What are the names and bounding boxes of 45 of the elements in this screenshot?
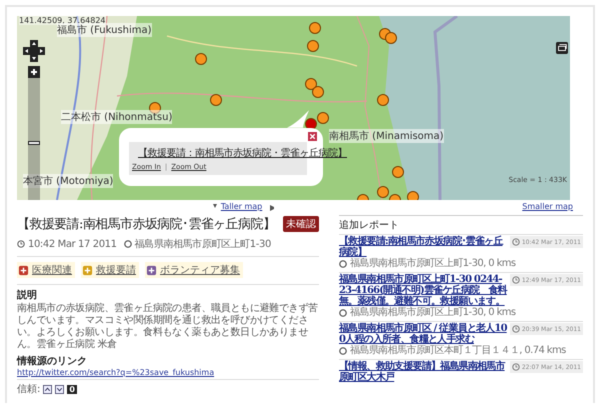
map-size-link[interactable]: Smaller map xyxy=(522,202,573,210)
place-label: 二本松市 (Nihonmatsu) xyxy=(61,110,172,124)
report-link[interactable]: 【情報、救助支援要請】福島県南相馬市原町区大木戸 xyxy=(339,361,507,383)
source-link[interactable]: http://twitter.com/search?q=%23save_fukushima xyxy=(17,368,319,380)
clock-icon xyxy=(512,276,520,284)
report-title: 【救援要請:南相馬市赤坂病院･雲雀ヶ丘病院】 xyxy=(17,216,276,233)
zoom-handle[interactable] xyxy=(28,140,40,144)
globe-icon xyxy=(339,260,347,268)
globe-icon xyxy=(124,240,132,248)
clock-icon xyxy=(512,363,520,371)
report-location: 福島県南相馬市原町区上町1-30 xyxy=(134,238,271,251)
category-link[interactable]: 救援要請 xyxy=(81,262,139,278)
status-badge: 未確認 xyxy=(283,216,319,232)
rating-label: 信頼: xyxy=(17,382,40,396)
clock-icon xyxy=(17,240,25,248)
report-time: 10:42 Mar 17 2011 xyxy=(28,238,117,250)
map-size-link[interactable]: Taller map xyxy=(220,202,262,210)
close-icon[interactable] xyxy=(308,132,317,141)
report-link[interactable]: 福島県南相馬市原町区上町1-30 0244-23-4166(開通不明)雲雀ケ丘病院 食料無。薬残僅。避難不可。救援願います。 xyxy=(339,274,507,307)
place-label: 福島市 (Fukushima) xyxy=(57,23,152,37)
rating-count: 0 xyxy=(67,384,77,394)
pan-control-icon[interactable] xyxy=(23,40,45,62)
zoom-in-icon[interactable] xyxy=(28,66,40,78)
place-label: 南相馬市 (Minamisoma) xyxy=(329,129,444,143)
report-link[interactable]: 【救援要請:南相馬市赤坂病院･雲雀ヶ丘病院】 xyxy=(339,236,507,258)
description-text: 南相馬市の赤坂病院、雲雀ヶ丘病院の患者、職員ともに避難できず苦しんでいます。マスコミや関係期間を通じ救出を呼びかけてください。よろしくお願いします。食料もなく薬もあと数日しかありません。雲雀ヶ丘病院 米倉 xyxy=(17,303,319,351)
report-location: 福島県南相馬市原町区上町1-30, 0 kms xyxy=(350,258,516,270)
vote-up-icon[interactable] xyxy=(43,384,52,394)
report-location: 福島県南相馬市原町区本町１丁目１４１, 0.74 kms xyxy=(350,345,566,357)
layers-icon[interactable] xyxy=(556,42,568,54)
place-label: 本宮市 (Motomiya) xyxy=(23,174,114,188)
clock-icon xyxy=(512,238,520,246)
globe-icon xyxy=(339,309,347,317)
section-heading: 情報源のリンク xyxy=(17,354,88,368)
coordinates-text: 141.42509, 37.64824 xyxy=(19,16,106,25)
caret-icon xyxy=(212,204,217,208)
section-heading: 追加レポート xyxy=(339,218,400,232)
report-location: 福島県南相馬市原町区上町1-30, 0 kms xyxy=(350,307,516,319)
vote-down-icon[interactable] xyxy=(55,384,64,394)
section-heading: 説明 xyxy=(17,288,38,302)
category-link[interactable]: 医療関連 xyxy=(17,262,75,278)
category-link[interactable]: ボランティア募集 xyxy=(145,262,243,278)
report-link[interactable]: 福島県南相馬市原町区 / 従業員と老人100人程の入所者、食糧と人手求む xyxy=(339,323,507,345)
globe-icon xyxy=(339,347,347,355)
clock-icon xyxy=(512,325,520,333)
